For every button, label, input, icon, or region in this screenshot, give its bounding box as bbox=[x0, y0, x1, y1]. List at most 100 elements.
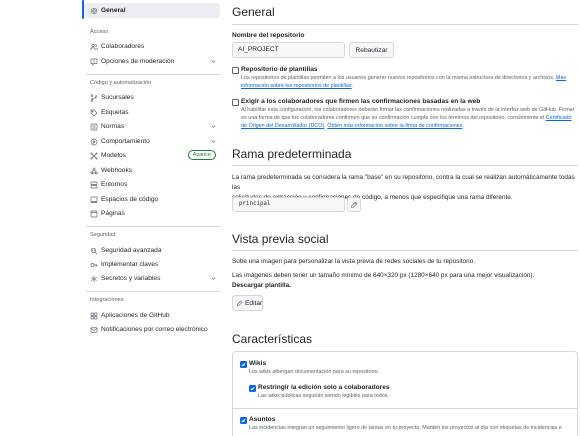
divider bbox=[86, 291, 220, 292]
desc-text: Al habilitar esta configuración, los col… bbox=[241, 107, 575, 113]
chevron-down-icon bbox=[210, 138, 217, 145]
social-preview-desc2: Las imágenes deben tener un tamaño mínim… bbox=[232, 272, 535, 279]
sidebar-item-collaborators[interactable]: Colaboradores bbox=[84, 39, 220, 54]
sidebar-item-label: Normas bbox=[101, 123, 125, 130]
learn-more-link[interactable]: Más bbox=[556, 75, 566, 81]
signoff-desc: Al habilitar esta configuración, los col… bbox=[241, 106, 578, 130]
server-icon bbox=[87, 181, 100, 189]
issues-checkbox[interactable] bbox=[240, 417, 247, 424]
gear-icon bbox=[87, 7, 100, 15]
desc-text: La rama predeterminada se considera la r… bbox=[232, 174, 575, 191]
social-preview-title: Vista previa social bbox=[232, 232, 329, 246]
browser-icon bbox=[87, 210, 100, 218]
sidebar-item-secrets[interactable]: Secretos y variables bbox=[84, 271, 220, 286]
tag-icon bbox=[87, 109, 100, 117]
wikis-checkbox[interactable] bbox=[240, 361, 247, 368]
sidebar-item-branches[interactable]: Sucursales bbox=[84, 90, 220, 105]
punct: . bbox=[462, 123, 464, 129]
settings-sidebar: General Acceso Colaboradores Opciones de… bbox=[0, 0, 225, 436]
default-branch-title: Rama predeterminada bbox=[232, 147, 352, 161]
section-heading-integrations: Integraciones bbox=[90, 297, 124, 303]
sidebar-item-moderation[interactable]: Opciones de moderación bbox=[84, 54, 220, 69]
sidebar-item-pages[interactable]: Páginas bbox=[84, 206, 220, 221]
sidebar-item-codespaces[interactable]: Espacios de código bbox=[84, 192, 220, 207]
repo-name-label: Nombre del repositorio bbox=[232, 32, 305, 39]
sidebar-item-email-notifications[interactable]: Notificaciones por correo electrónico bbox=[84, 322, 220, 337]
webhook-icon bbox=[87, 167, 100, 175]
people-icon bbox=[87, 43, 100, 51]
issues-label: Asuntos bbox=[249, 416, 276, 423]
pencil-icon bbox=[236, 299, 243, 307]
sidebar-item-label: Webhooks bbox=[101, 167, 133, 174]
dco-link-cont[interactable]: de Origen del Desarrollador (DCO) bbox=[241, 123, 324, 129]
template-docs-link[interactable]: información sobre los repositorios de pl… bbox=[241, 83, 352, 89]
branch-icon bbox=[87, 93, 100, 102]
sidebar-item-label: Espacios de código bbox=[101, 196, 159, 203]
sidebar-item-label: Entornos bbox=[101, 181, 128, 188]
divider bbox=[86, 226, 220, 227]
template-repo-desc: Los repositorios de plantillas permiten … bbox=[241, 74, 578, 90]
sidebar-item-label: Páginas bbox=[101, 210, 125, 217]
sidebar-item-deploy-keys[interactable]: Implementar claves bbox=[84, 257, 220, 272]
features-title: Características bbox=[232, 332, 313, 346]
sidebar-item-models[interactable]: Modelos Avance bbox=[84, 148, 220, 163]
signoff-docs-link[interactable]: Obtén más información sobre la firma de … bbox=[327, 123, 462, 129]
chevron-down-icon bbox=[210, 58, 217, 65]
rename-button[interactable]: Rebautizar bbox=[349, 42, 394, 58]
sidebar-item-label: Seguridad avanzada bbox=[101, 247, 162, 254]
sidebar-item-github-apps[interactable]: Aplicaciones de GitHub bbox=[84, 308, 220, 323]
sidebar-item-environments[interactable]: Entornos bbox=[84, 177, 220, 192]
codescan-icon bbox=[87, 247, 100, 255]
wikis-label: Wikis bbox=[249, 360, 267, 367]
edit-label: Editar bbox=[245, 299, 263, 307]
section-heading-access: Acceso bbox=[90, 29, 109, 35]
sidebar-item-general[interactable]: General bbox=[84, 3, 220, 18]
section-heading-code: Código y automatización bbox=[90, 80, 152, 86]
sidebar-item-label: Sucursales bbox=[101, 94, 134, 101]
dco-link[interactable]: Certificado bbox=[546, 115, 572, 121]
signoff-checkbox[interactable] bbox=[232, 99, 239, 106]
divider bbox=[86, 74, 220, 75]
sidebar-item-rules[interactable]: Normas bbox=[84, 119, 220, 134]
chevron-down-icon bbox=[210, 123, 217, 130]
edit-branch-button[interactable] bbox=[347, 197, 361, 212]
desc-text: es una forma de que los colaboradores co… bbox=[241, 115, 545, 121]
mail-icon bbox=[87, 326, 100, 334]
chevron-down-icon bbox=[210, 275, 217, 282]
issues-desc: Las incidencias integran un seguimiento … bbox=[249, 425, 562, 431]
divider bbox=[232, 408, 578, 409]
models-icon bbox=[87, 152, 100, 160]
apps-icon bbox=[87, 312, 100, 320]
sidebar-item-webhooks[interactable]: Webhooks bbox=[84, 163, 220, 178]
page-title: General bbox=[232, 5, 275, 19]
sidebar-item-behavior[interactable]: Comportamiento bbox=[84, 134, 220, 149]
restrict-editing-desc: Las wikis públicas seguirán siendo legib… bbox=[258, 393, 389, 399]
sidebar-item-label: General bbox=[101, 7, 126, 14]
sidebar-item-label: Etiquetas bbox=[101, 109, 129, 116]
section-heading-security: Seguridad bbox=[90, 232, 116, 238]
sidebar-item-label: Secretos y variables bbox=[101, 275, 161, 282]
sidebar-item-label: Comportamiento bbox=[101, 138, 150, 145]
desc-text: Los repositorios de plantillas permiten … bbox=[241, 75, 555, 81]
default-branch-name: principal bbox=[232, 197, 345, 212]
download-template-link[interactable]: Descargar plantilla. bbox=[232, 281, 291, 291]
divider bbox=[232, 250, 578, 251]
sidebar-item-label: Modelos bbox=[101, 152, 126, 159]
restrict-editing-checkbox[interactable] bbox=[249, 385, 256, 392]
repo-name-input[interactable]: AI_PROJECT bbox=[232, 42, 345, 58]
rules-icon bbox=[87, 123, 100, 131]
divider bbox=[232, 24, 578, 25]
key-icon bbox=[87, 261, 100, 269]
sidebar-item-label: Opciones de moderación bbox=[101, 58, 175, 65]
sidebar-item-tags[interactable]: Etiquetas bbox=[84, 105, 220, 120]
sidebar-item-label: Implementar claves bbox=[101, 261, 159, 268]
pencil-icon bbox=[350, 201, 358, 209]
sidebar-item-advanced-security[interactable]: Seguridad avanzada bbox=[84, 243, 220, 258]
signoff-label: Exigir a los colaboradores que firmen la… bbox=[241, 98, 481, 105]
edit-image-button[interactable]: Editar bbox=[232, 295, 263, 311]
sidebar-item-label: Aplicaciones de GitHub bbox=[101, 312, 170, 319]
sidebar-item-label: Notificaciones por correo electrónico bbox=[101, 326, 208, 333]
report-icon bbox=[87, 58, 100, 66]
punct: . bbox=[324, 123, 326, 129]
template-repo-checkbox[interactable] bbox=[232, 67, 239, 74]
